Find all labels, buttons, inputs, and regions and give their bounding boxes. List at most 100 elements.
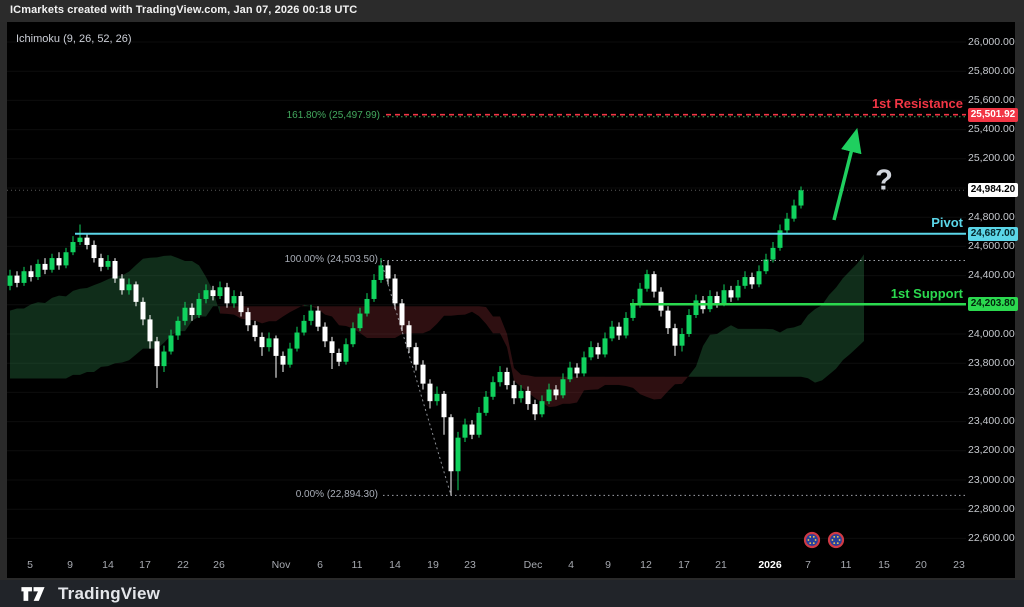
candle-down: [99, 258, 104, 267]
candle-down: [43, 264, 48, 270]
candle-down: [225, 287, 230, 303]
cloud-bull-segment: [822, 295, 829, 380]
cloud-bear-segment: [633, 377, 640, 394]
pivot-label[interactable]: Pivot: [931, 215, 963, 230]
cloud-bull-segment: [773, 329, 780, 377]
cloud-bull-segment: [843, 271, 850, 360]
time-axis-label: Nov: [272, 559, 291, 571]
candle-up: [50, 258, 55, 270]
cloud-bear-segment: [423, 306, 430, 333]
candle-up: [624, 318, 629, 336]
cloud-bear-segment: [577, 377, 584, 403]
candle-up: [197, 299, 202, 315]
cloud-bear-segment: [661, 377, 668, 399]
price-axis-label: 22,800.00: [968, 503, 1014, 515]
cloud-bull-segment: [164, 256, 171, 343]
cloud-bull-segment: [80, 288, 87, 375]
cloud-bull-segment: [759, 329, 766, 377]
cloud-bear-segment: [668, 377, 675, 391]
candle-down: [253, 325, 258, 337]
cloud-bear-segment: [290, 306, 297, 312]
cloud-bear-segment: [640, 377, 647, 397]
cloud-bull-segment: [129, 265, 136, 360]
candle-down: [120, 279, 125, 291]
candle-down: [750, 277, 755, 284]
candle-up: [722, 290, 727, 303]
price-axis-label: 24,800.00: [968, 211, 1014, 223]
cloud-bull-segment: [731, 325, 738, 377]
time-axis-label: 20: [915, 559, 927, 571]
indicator-settings-label[interactable]: Ichimoku (9, 26, 52, 26): [16, 33, 132, 45]
cloud-bear-segment: [430, 306, 437, 330]
eu-flag-event-icon[interactable]: [805, 533, 819, 547]
cloud-bull-segment: [857, 254, 864, 347]
time-axis-label: 2026: [758, 559, 781, 571]
candle-up: [232, 296, 237, 303]
question-mark-annotation: ?: [875, 165, 893, 198]
candle-down: [281, 356, 286, 365]
fib-100-label[interactable]: 100.00% (24,503.50): [285, 254, 378, 265]
cloud-bull-segment: [17, 308, 24, 378]
candle-up: [36, 264, 41, 277]
candle-down: [113, 261, 118, 279]
cloud-bull-segment: [738, 329, 745, 377]
tradingview-logo-icon[interactable]: [18, 584, 48, 604]
cloud-bear-segment: [276, 306, 283, 321]
cloud-bear-segment: [493, 316, 500, 333]
time-axis-label: 15: [878, 559, 890, 571]
fib-0-label[interactable]: 0.00% (22,894.30): [296, 489, 378, 500]
price-axis-label: 23,600.00: [968, 386, 1014, 398]
candle-up: [491, 382, 496, 397]
cloud-bull-segment: [794, 325, 801, 377]
cloud-bear-segment: [591, 377, 598, 390]
cloud-bear-segment: [654, 377, 661, 400]
cloud-bear-segment: [451, 306, 458, 315]
cloud-bull-segment: [73, 289, 80, 375]
fib-161-label[interactable]: 161.80% (25,497.99): [287, 110, 380, 121]
candle-up: [169, 335, 174, 351]
candle-down: [659, 292, 664, 311]
candle-up: [8, 276, 13, 286]
cloud-bear-segment: [262, 306, 269, 323]
candle-up: [743, 277, 748, 286]
candle-down: [323, 327, 328, 342]
cloud-bull-segment: [780, 329, 787, 377]
eu-flag-event-icon[interactable]: [829, 533, 843, 547]
cloud-bear-segment: [647, 377, 654, 400]
up-arrow-drawing[interactable]: [834, 133, 856, 220]
cloud-bear-segment: [521, 375, 528, 393]
resistance-label[interactable]: 1st Resistance: [872, 96, 963, 111]
cloud-bull-segment: [101, 279, 108, 367]
cloud-bull-segment: [45, 298, 52, 379]
cloud-bear-segment: [388, 306, 395, 338]
candle-down: [15, 276, 20, 283]
candle-up: [176, 321, 181, 336]
fib-trendline[interactable]: [381, 260, 451, 495]
cloud-bear-segment: [612, 377, 619, 385]
price-chart-canvas[interactable]: [0, 0, 1024, 607]
candle-down: [393, 279, 398, 304]
tradingview-brand-text[interactable]: TradingView: [58, 584, 160, 604]
cloud-bull-segment: [829, 288, 836, 375]
candle-down: [526, 391, 531, 404]
cloud-bear-segment: [605, 377, 612, 385]
candle-down: [596, 347, 601, 354]
candle-up: [631, 305, 636, 318]
candle-up: [435, 394, 440, 401]
cloud-bear-segment: [227, 306, 234, 314]
cloud-bear-segment: [332, 306, 339, 325]
candle-up: [603, 338, 608, 354]
support-label[interactable]: 1st Support: [891, 286, 963, 301]
candle-down: [274, 338, 279, 356]
time-axis-label: Dec: [524, 559, 543, 571]
cloud-bull-segment: [10, 308, 17, 378]
cloud-bear-segment: [619, 377, 626, 386]
time-axis-label: 23: [953, 559, 965, 571]
cloud-bull-segment: [752, 329, 759, 377]
cloud-bear-segment: [472, 306, 479, 316]
time-axis-label: 9: [605, 559, 611, 571]
candle-up: [540, 401, 545, 414]
candle-up: [582, 357, 587, 373]
candle-down: [211, 290, 216, 296]
candle-up: [127, 284, 132, 290]
